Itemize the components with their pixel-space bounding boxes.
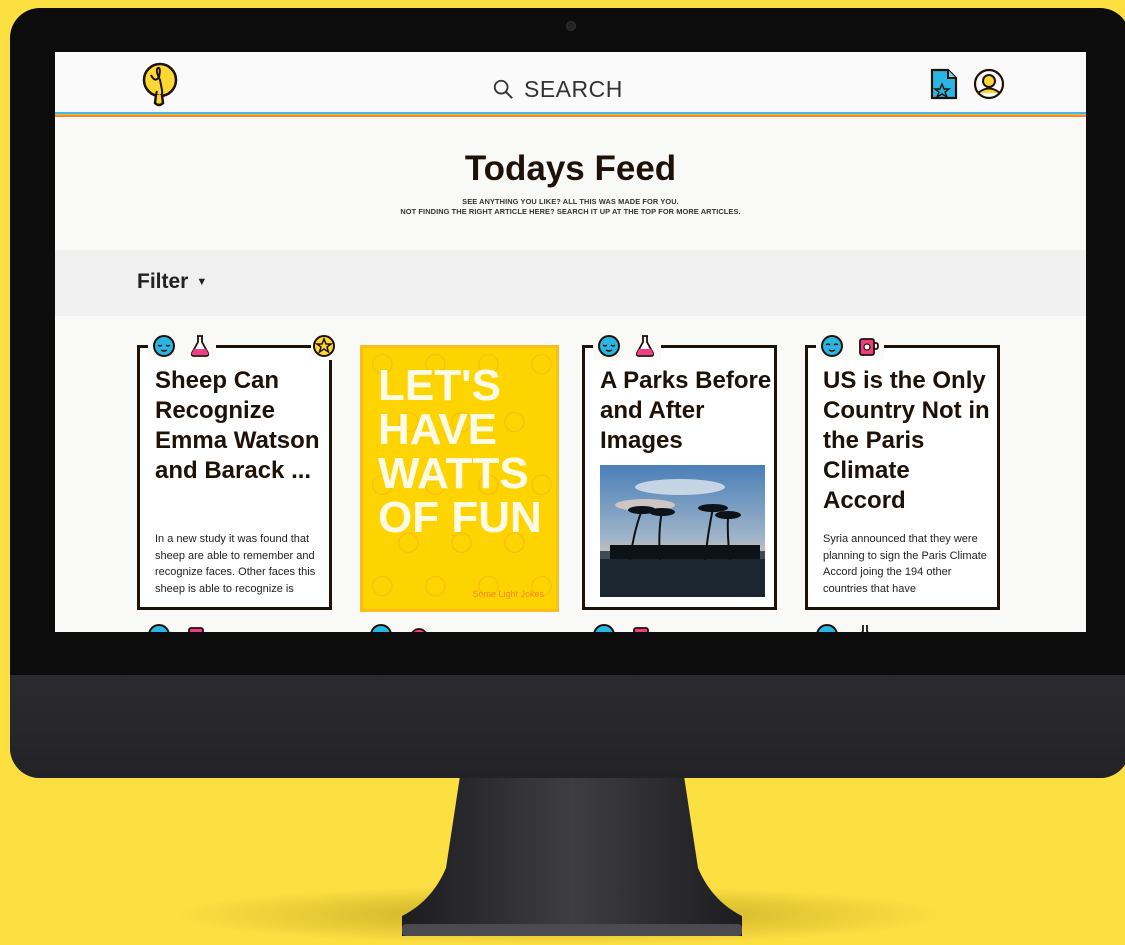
app-screen: SEARCH Todays Feed SEE ANYTHING YOU LIKE… xyxy=(55,52,1086,632)
pink-flask-icon xyxy=(190,335,210,357)
webcam xyxy=(566,21,576,31)
search-icon xyxy=(493,79,513,99)
blue-face-icon xyxy=(598,335,620,357)
blue-face-icon xyxy=(153,335,175,357)
card-title[interactable]: A Parks Before and After Images xyxy=(600,366,775,456)
saved-document-icon[interactable] xyxy=(930,68,958,100)
blue-face-icon xyxy=(370,624,392,632)
article-card-parks[interactable]: A Parks Before and After Images xyxy=(582,332,777,610)
article-card-sheep[interactable]: Sheep Can Recognize Emma Watson and Bara… xyxy=(137,332,337,610)
card-star-badge[interactable] xyxy=(311,332,337,360)
promo-card-jokes[interactable]: LET'S HAVE WATTS OF FUN Some Light Jokes xyxy=(360,345,559,612)
filter-label: Filter xyxy=(137,270,189,293)
pink-flask-icon xyxy=(861,625,869,632)
monitor-chin xyxy=(10,675,1125,778)
blue-face-icon xyxy=(593,624,615,632)
card-title[interactable]: Sheep Can Recognize Emma Watson and Bara… xyxy=(155,366,330,486)
lightbulb-logo-icon[interactable] xyxy=(139,62,179,108)
top-navigation-bar: SEARCH xyxy=(55,52,1086,112)
feed-header: Todays Feed SEE ANYTHING YOU LIKE? ALL T… xyxy=(55,149,1086,217)
pink-flask-icon xyxy=(411,628,427,632)
pink-flask-icon xyxy=(635,335,655,357)
filter-dropdown[interactable]: Filter ▼ xyxy=(137,270,207,294)
search-bar[interactable]: SEARCH xyxy=(492,74,623,104)
feed-subtitle-line-2: NOT FINDING THE RIGHT ARTICLE HERE? SEAR… xyxy=(400,207,741,216)
filter-bar: Filter ▼ xyxy=(55,250,1086,316)
pink-mug-icon xyxy=(633,627,649,632)
article-card-climate[interactable]: US is the Only Country Not in the Paris … xyxy=(805,332,1000,610)
pink-mug-icon xyxy=(188,627,204,632)
blue-face-icon xyxy=(816,624,838,632)
header-color-stripe xyxy=(55,112,1086,117)
blue-face-icon xyxy=(148,624,170,632)
next-row-icons xyxy=(815,623,877,632)
feed-subtitle: SEE ANYTHING YOU LIKE? ALL THIS WAS MADE… xyxy=(55,197,1086,217)
palm-trees-harbor-photo[interactable] xyxy=(600,465,765,597)
pink-mug-icon xyxy=(859,338,879,356)
card-title[interactable]: US is the Only Country Not in the Paris … xyxy=(823,366,998,516)
next-row-icons xyxy=(147,623,209,632)
feed-subtitle-line-1: SEE ANYTHING YOU LIKE? ALL THIS WAS MADE… xyxy=(462,197,679,206)
next-row-icons xyxy=(592,623,654,632)
search-label: SEARCH xyxy=(524,75,623,102)
next-row-icons xyxy=(369,623,431,632)
card-excerpt: Syria announced that they were planning … xyxy=(823,533,987,595)
promo-headline: LET'S HAVE WATTS OF FUN xyxy=(378,361,542,542)
card-category-icons xyxy=(593,332,661,360)
promo-category-tag[interactable]: Some Light Jokes xyxy=(472,589,544,599)
monitor-stand xyxy=(402,776,742,936)
card-category-icons xyxy=(148,332,216,360)
photo-illustration xyxy=(600,465,765,597)
user-account-icon[interactable] xyxy=(973,68,1005,100)
blue-face-icon xyxy=(821,335,843,357)
card-category-icons xyxy=(816,332,884,360)
card-excerpt: In a new study it was found that sheep a… xyxy=(155,533,316,595)
caret-down-icon: ▼ xyxy=(196,276,208,288)
star-badge-icon xyxy=(313,335,335,357)
page-title: Todays Feed xyxy=(464,149,677,188)
